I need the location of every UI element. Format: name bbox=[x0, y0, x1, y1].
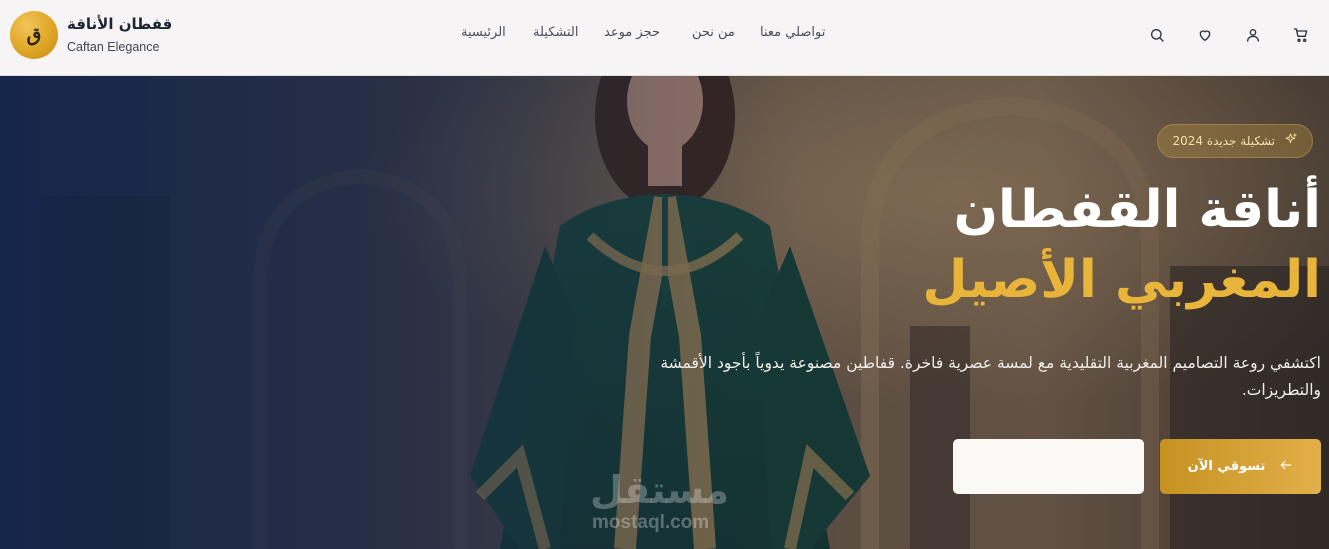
search-icon[interactable] bbox=[1148, 26, 1166, 44]
hero-description: اكتشفي روعة التصاميم المغربية التقليدية … bbox=[660, 354, 1321, 399]
shop-now-label: تسوقي الآن bbox=[1187, 459, 1266, 474]
hero-title-line-2: المغربي الأصيل bbox=[922, 250, 1321, 310]
hero-section: تشكيلة جديدة 2024 أناقة القفطان المغربي … bbox=[0, 76, 1329, 549]
watermark-logo-arabic: مستقل bbox=[590, 468, 729, 512]
arrow-left-icon bbox=[1279, 457, 1293, 476]
header-icons bbox=[0, 26, 1329, 46]
shop-now-button[interactable]: تسوقي الآن bbox=[1160, 439, 1321, 494]
new-collection-badge: تشكيلة جديدة 2024 bbox=[1157, 124, 1313, 158]
site-header: ق قفطان الأناقة Caftan Elegance تواصلي م… bbox=[0, 0, 1329, 76]
user-icon[interactable] bbox=[1244, 26, 1262, 44]
secondary-button[interactable] bbox=[953, 439, 1144, 494]
cart-icon[interactable] bbox=[1292, 26, 1310, 44]
hero-title-line-1: أناقة القفطان bbox=[953, 180, 1321, 240]
badge-text: تشكيلة جديدة 2024 bbox=[1172, 134, 1275, 148]
watermark-url: mostaql.com bbox=[592, 512, 710, 533]
heart-icon[interactable] bbox=[1196, 26, 1214, 44]
sparkle-icon bbox=[1283, 132, 1298, 151]
